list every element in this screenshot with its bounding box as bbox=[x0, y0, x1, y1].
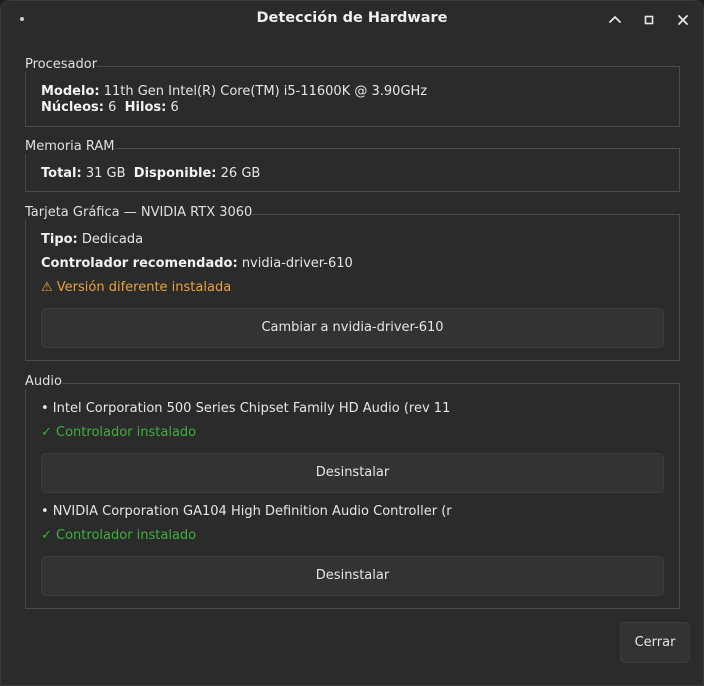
gpu-type-label: Tipo: bbox=[41, 232, 78, 247]
audio-device-status: ✓ Controlador instalado bbox=[41, 528, 197, 543]
processor-model-value: 11th Gen Intel(R) Core(TM) i5-11600K @ 3… bbox=[99, 84, 428, 99]
hardware-detection-window: Detección de Hardware Procesador Modelo:… bbox=[0, 0, 704, 686]
gpu-driver-warning: ⚠ Versión diferente instalada bbox=[41, 280, 232, 295]
ram-available-value: 26 GB bbox=[216, 166, 261, 181]
processor-cores-line: Núcleos: 6 Hilos: 6 bbox=[41, 100, 179, 115]
ram-line: Total: 31 GB Disponible: 26 GB bbox=[41, 166, 260, 181]
processor-cores-value: 6 bbox=[103, 100, 125, 115]
close-icon bbox=[678, 15, 688, 25]
ram-total-value: 31 GB bbox=[81, 166, 134, 181]
ram-total-label: Total: bbox=[41, 166, 82, 181]
audio-device-name: • NVIDIA Corporation GA104 High Definiti… bbox=[41, 504, 452, 519]
close-button[interactable]: Cerrar bbox=[620, 622, 690, 663]
audio-device-status: ✓ Controlador instalado bbox=[41, 425, 197, 440]
processor-section-label: Procesador bbox=[25, 57, 98, 72]
gpu-section-label: Tarjeta Gráfica — NVIDIA RTX 3060 bbox=[25, 205, 253, 220]
audio-section-label: Audio bbox=[25, 374, 62, 389]
gpu-driver-label: Controlador recomendado: bbox=[41, 256, 238, 271]
titlebar[interactable]: Detección de Hardware bbox=[1, 1, 703, 37]
switch-gpu-driver-button[interactable]: Cambiar a nvidia-driver-610 bbox=[41, 308, 664, 348]
gpu-type-value: Dedicada bbox=[77, 232, 144, 247]
close-window-button[interactable] bbox=[672, 9, 694, 31]
window-title: Detección de Hardware bbox=[256, 10, 448, 26]
audio-device-name: • Intel Corporation 500 Series Chipset F… bbox=[41, 401, 451, 416]
ram-available-label: Disponible: bbox=[133, 166, 217, 181]
uninstall-audio-driver-button[interactable]: Desinstalar bbox=[41, 453, 664, 493]
processor-threads-value: 6 bbox=[166, 100, 179, 115]
ram-section-label: Memoria RAM bbox=[25, 139, 115, 154]
gpu-driver-line: Controlador recomendado: nvidia-driver-6… bbox=[41, 256, 353, 271]
gpu-type-line: Tipo: Dedicada bbox=[41, 232, 143, 247]
chevron-up-icon bbox=[609, 16, 621, 23]
processor-model-line: Modelo: 11th Gen Intel(R) Core(TM) i5-11… bbox=[41, 84, 427, 99]
uninstall-audio-driver-button[interactable]: Desinstalar bbox=[41, 556, 664, 596]
processor-threads-label: Hilos: bbox=[124, 100, 167, 115]
processor-model-label: Modelo: bbox=[41, 84, 100, 99]
square-icon bbox=[644, 15, 654, 25]
processor-cores-label: Núcleos: bbox=[41, 100, 104, 115]
gpu-driver-value: nvidia-driver-610 bbox=[237, 256, 353, 271]
minimize-button[interactable] bbox=[604, 9, 626, 31]
maximize-button[interactable] bbox=[638, 9, 660, 31]
